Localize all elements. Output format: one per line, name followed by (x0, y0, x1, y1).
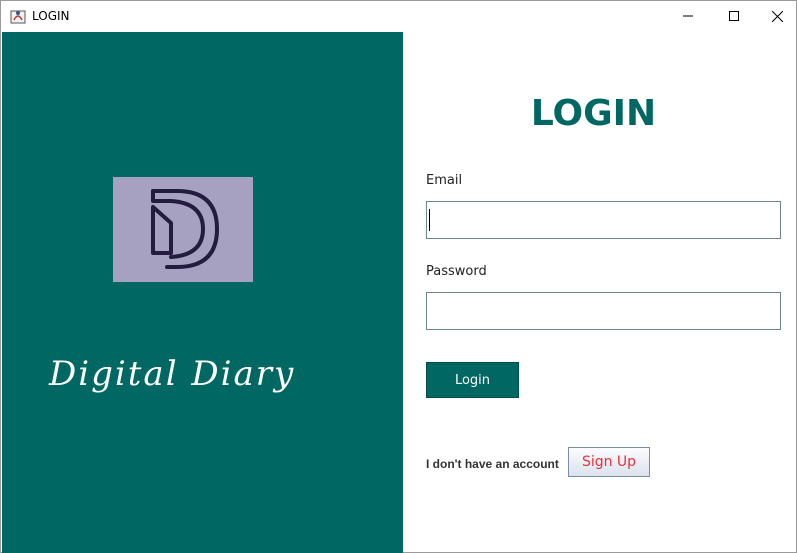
dd-logo-icon (151, 189, 219, 269)
close-icon (771, 10, 783, 22)
maximize-icon (729, 11, 739, 21)
close-button[interactable] (757, 1, 797, 31)
login-button[interactable]: Login (426, 362, 519, 398)
maximize-button[interactable] (711, 1, 757, 31)
minimize-button[interactable] (665, 1, 711, 31)
email-label: Email (426, 173, 463, 188)
text-caret (429, 209, 430, 231)
title-bar: LOGIN (1, 1, 796, 31)
no-account-text: I don't have an account (426, 457, 559, 471)
app-name: Digital Diary (49, 354, 296, 394)
password-label: Password (426, 264, 487, 279)
email-field[interactable] (426, 201, 781, 239)
signup-button[interactable]: Sign Up (568, 447, 650, 477)
brand-panel: Digital Diary (2, 32, 403, 553)
window-title: LOGIN (32, 9, 70, 23)
page-title: LOGIN (530, 93, 657, 134)
java-app-icon (10, 8, 26, 24)
logo (113, 177, 253, 282)
login-window: LOGIN Digital Diary LOGIN Email Password (0, 0, 797, 553)
minimize-icon (683, 15, 693, 17)
password-field[interactable] (426, 292, 781, 330)
